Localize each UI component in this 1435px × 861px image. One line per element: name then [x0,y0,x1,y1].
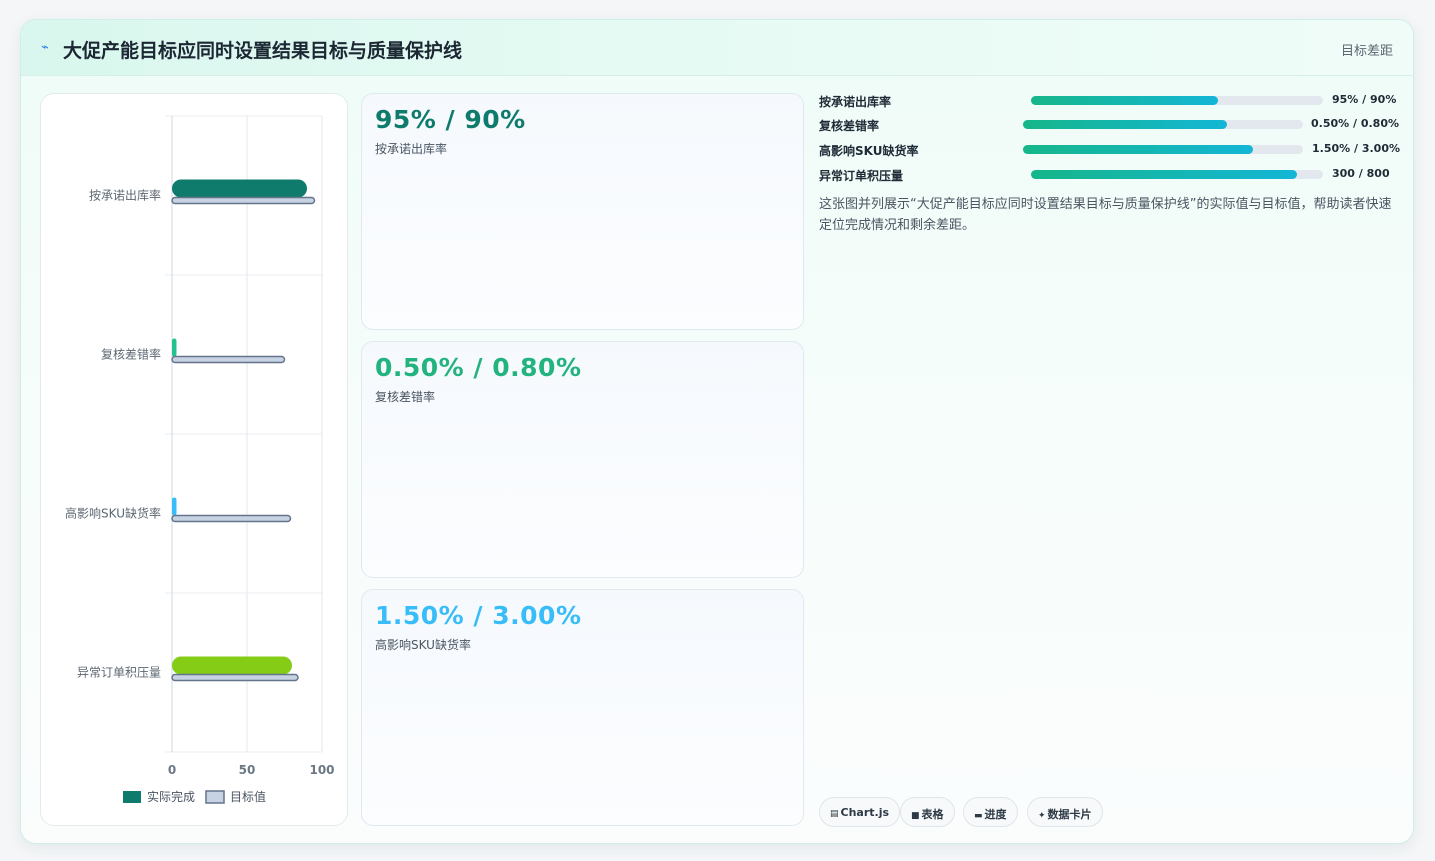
kpi-value: 0.50% / 0.80% [375,353,582,382]
bar-actual [172,338,177,357]
progress-label: 按承诺出库率 [819,95,892,109]
progress-label: 高影响SKU缺货率 [819,144,919,158]
kpi-label: 按承诺出库率 [375,142,448,156]
x-tick-label: 0 [168,763,176,777]
progress-fill [1031,96,1218,105]
kpi-value: 1.50% / 3.00% [375,601,582,630]
kpi-card-1: 95% / 90% 按承诺出库率 [361,93,804,330]
progress-fill [1023,120,1228,129]
progress-value: 0.50% / 0.80% [1311,117,1399,130]
legend-swatch-actual [123,791,141,803]
progress-fill [1023,145,1253,154]
chart-icon: ▤ [830,809,839,819]
x-tick-label: 50 [239,763,256,777]
kpi-label: 复核差错率 [375,390,436,404]
category-label: 按承诺出库率 [89,188,161,203]
progress-label: 复核差错率 [819,119,880,133]
chip-chartjs[interactable]: ▤ Chart.js [819,797,901,827]
chart-description: 这张图并列展示“大促产能目标应同时设置结果目标与质量保护线”的实际值与目标值，帮… [819,197,1392,233]
legend-label-actual: 实际完成 [147,789,195,804]
chip-data-card[interactable]: ✦ 数据卡片 [1027,797,1103,827]
bar-actual [172,179,307,198]
category-label: 高影响SKU缺货率 [65,506,161,521]
kpi-card-2: 0.50% / 0.80% 复核差错率 [361,341,804,578]
progress-value: 95% / 90% [1332,93,1397,106]
bar-actual [172,497,177,516]
progress-label: 异常订单积压量 [819,169,904,183]
progress-track [1023,120,1303,129]
progress-value: 300 / 800 [1332,167,1390,180]
dashboard-panel: ⌁ 大促产能目标应同时设置结果目标与质量保护线 目标差距 按承诺出库率 复核差错率… [20,19,1414,844]
progress-track [1023,145,1303,154]
kpi-value: 95% / 90% [375,105,526,134]
chip-label: 数据卡片 [1047,808,1092,821]
chip-table[interactable]: ■ 表格 [900,797,955,827]
progress-track [1031,96,1323,105]
bar-target [171,514,292,523]
card-icon: ✦ [1038,811,1046,821]
bar-actual [172,656,292,675]
chip-label: 进度 [984,808,1007,821]
progress-icon: ▬ [974,811,983,821]
bar-target [171,196,316,205]
chip-label: Chart.js [840,806,890,819]
panel-header: ⌁ 大促产能目标应同时设置结果目标与质量保护线 目标差距 [21,20,1413,76]
progress-value: 1.50% / 3.00% [1312,142,1400,155]
progress-track [1031,170,1323,179]
category-label: 异常订单积压量 [77,666,161,680]
kpi-label: 高影响SKU缺货率 [375,638,471,652]
spark-icon: ⌁ [41,40,49,55]
legend-label-target: 目标值 [230,789,266,804]
kpi-card-3: 1.50% / 3.00% 高影响SKU缺货率 [361,589,804,826]
x-tick-label: 100 [309,763,334,777]
legend-swatch-target [205,790,225,804]
page-title: 大促产能目标应同时设置结果目标与质量保护线 [63,40,463,62]
category-label: 复核差错率 [101,347,161,362]
progress-row: 按承诺出库率 95% / 90% [819,91,1399,111]
chip-label: 表格 [921,808,944,821]
progress-row: 异常订单积压量 300 / 800 [819,165,1399,185]
bar-chart-card: 按承诺出库率复核差错率高影响SKU缺货率异常订单积压量 0 50 100 实际完成 目标值 [40,93,348,826]
chip-progress[interactable]: ▬ 进度 [963,797,1018,827]
bar-target [171,673,299,682]
progress-row: 高影响SKU缺货率 1.50% / 3.00% [819,140,1400,160]
progress-fill [1031,170,1297,179]
bar-chart: 按承诺出库率复核差错率高影响SKU缺货率异常订单积压量 0 50 100 实际完成 目标值 [65,115,335,804]
bar-target [171,355,286,364]
progress-row: 复核差错率 0.50% / 0.80% [819,115,1399,135]
header-tag: 目标差距 [1340,44,1393,59]
table-icon: ■ [911,811,920,821]
